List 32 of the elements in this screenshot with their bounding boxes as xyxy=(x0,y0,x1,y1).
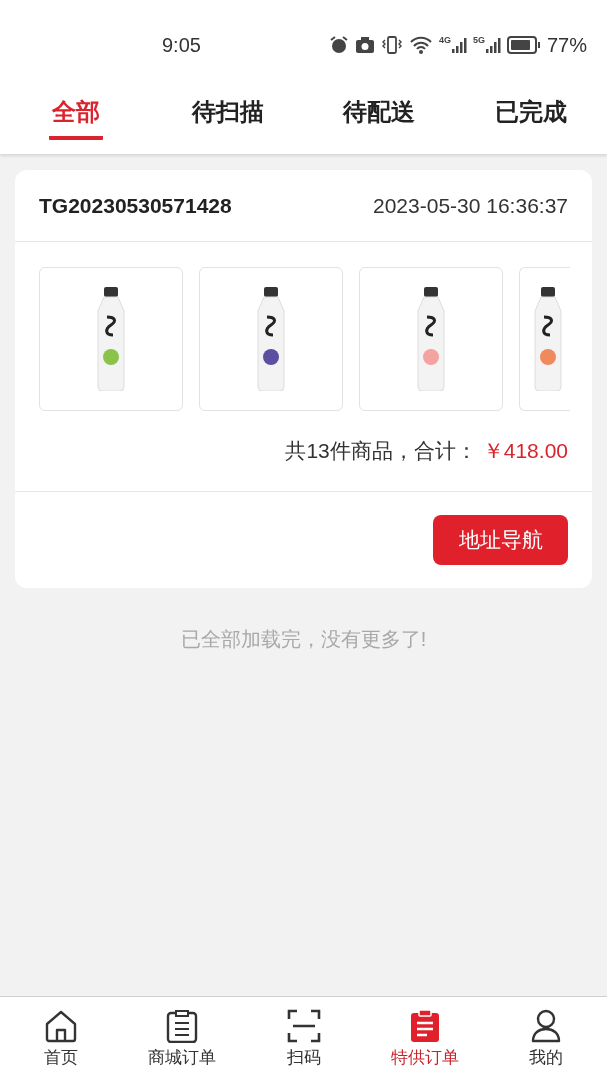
tab[interactable]: 已完成 xyxy=(495,90,568,140)
tab[interactable]: 全部 xyxy=(48,90,103,140)
end-of-list-note: 已全部加载完，没有更多了! xyxy=(179,627,428,652)
order-time: 2023-05-30 16:36:37 xyxy=(373,192,568,219)
clipboard-icon xyxy=(166,1009,199,1043)
scan-icon xyxy=(286,1009,321,1043)
nav-tab[interactable]: 首页 xyxy=(0,997,122,1080)
wifi-icon xyxy=(408,35,433,55)
signal-icon xyxy=(484,36,501,54)
product-photo[interactable] xyxy=(519,267,570,411)
battery-percent: 77% xyxy=(546,33,587,58)
order-summary: 共13件商品，合计： xyxy=(285,438,477,465)
clock-time: 9:05 xyxy=(162,33,201,58)
network-label: 4G xyxy=(438,36,451,45)
tab[interactable]: 待扫描 xyxy=(191,90,264,140)
user-icon xyxy=(530,1009,563,1043)
alarm-icon xyxy=(328,35,349,55)
nav-tab[interactable]: 特供订单 xyxy=(364,997,486,1080)
home-icon xyxy=(43,1009,78,1043)
vibrate-icon xyxy=(380,35,403,55)
battery-icon xyxy=(506,36,541,54)
signal-icon xyxy=(450,36,467,54)
clipboard-icon xyxy=(408,1009,441,1043)
tab[interactable]: 待配送 xyxy=(343,90,416,140)
order-total: ￥418.00 xyxy=(482,438,568,465)
navigate-button[interactable]: 地址导航 xyxy=(433,515,568,565)
network-label: 5G xyxy=(472,36,485,45)
nav-tab[interactable]: 商城订单 xyxy=(121,997,243,1080)
nav-tab[interactable]: 扫码 xyxy=(242,997,365,1080)
nav-tab[interactable]: 我的 xyxy=(485,997,607,1080)
order-number: TG20230530571428 xyxy=(39,192,232,219)
camera-icon xyxy=(354,36,375,54)
